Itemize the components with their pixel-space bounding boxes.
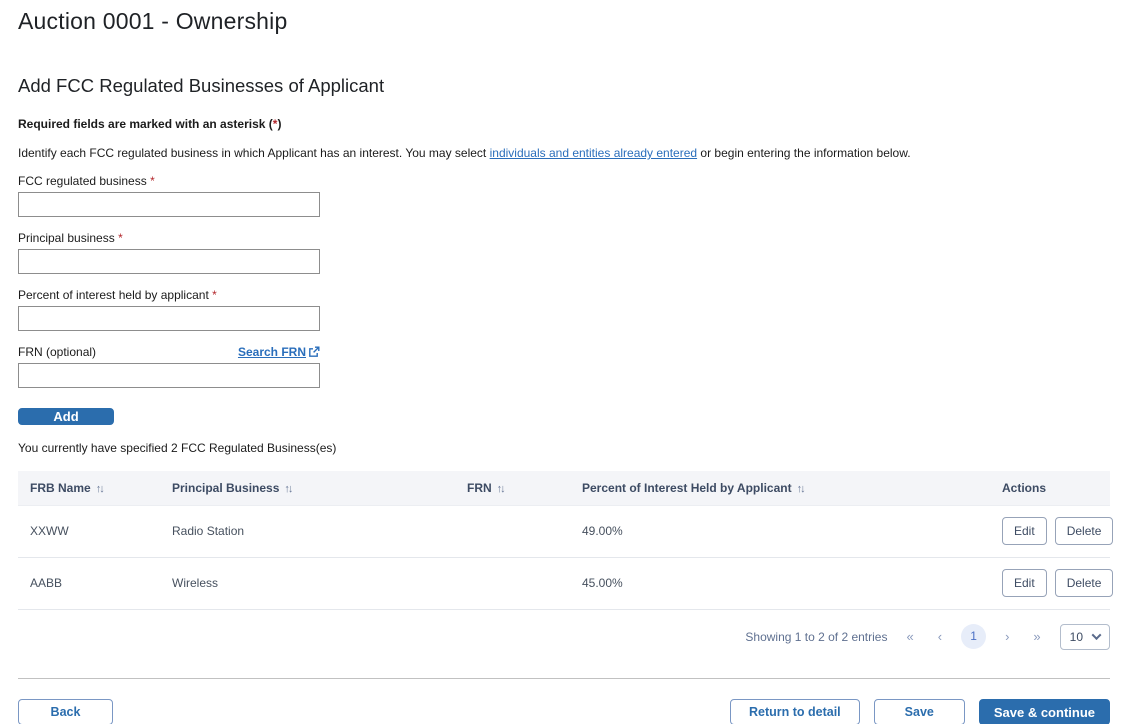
column-header-frb-name[interactable]: FRB Name ↑↓ bbox=[18, 471, 160, 505]
search-frn-link[interactable]: Search FRN bbox=[238, 345, 320, 359]
external-link-icon bbox=[309, 346, 320, 357]
principal-field-label: Principal business * bbox=[18, 231, 123, 245]
instructions-before: Identify each FCC regulated business in … bbox=[18, 146, 490, 160]
cell-frb-name: XXWW bbox=[18, 504, 160, 558]
instructions-text: Identify each FCC regulated business in … bbox=[18, 146, 1110, 160]
principal-field-group: Principal business * bbox=[18, 231, 320, 274]
frb-count-text: You currently have specified 2 FCC Regul… bbox=[18, 441, 337, 455]
frb-required-asterisk: * bbox=[150, 174, 155, 188]
table-header-row: FRB Name ↑↓ Principal Business ↑↓ FRN ↑↓ Pe… bbox=[18, 471, 1110, 505]
cell-actions: Edit Delete bbox=[990, 504, 1114, 558]
sort-icon[interactable]: ↑↓ bbox=[284, 483, 293, 495]
page-title: Auction 0001 - Ownership bbox=[18, 8, 288, 34]
required-note-text: Required fields are marked with an aster… bbox=[18, 117, 273, 131]
column-label: Actions bbox=[1002, 480, 1047, 495]
prev-page-button[interactable]: ‹ bbox=[933, 629, 947, 644]
frb-field-label: FCC regulated business * bbox=[18, 174, 155, 188]
page-size-select[interactable]: 10 bbox=[1059, 623, 1110, 650]
percent-input[interactable] bbox=[18, 306, 320, 331]
column-label: FRB Name bbox=[30, 480, 91, 495]
percent-field-group: Percent of interest held by applicant * bbox=[18, 288, 320, 331]
percent-field-label: Percent of interest held by applicant * bbox=[18, 288, 217, 302]
cell-frb-name: AABB bbox=[18, 557, 160, 610]
required-fields-note: Required fields are marked with an aster… bbox=[18, 117, 1110, 131]
column-header-principal-business[interactable]: Principal Business ↑↓ bbox=[160, 471, 455, 505]
column-header-percent[interactable]: Percent of Interest Held by Applicant ↑↓ bbox=[570, 471, 990, 505]
cell-frn bbox=[455, 504, 570, 558]
pagination-bar: Showing 1 to 2 of 2 entries « ‹ 1 › » 10 bbox=[18, 623, 1110, 650]
cell-principal-business: Radio Station bbox=[160, 504, 455, 558]
percent-required-asterisk: * bbox=[212, 288, 217, 302]
return-to-detail-button[interactable]: Return to detail bbox=[729, 698, 860, 724]
section-heading: Add FCC Regulated Businesses of Applican… bbox=[18, 75, 385, 96]
principal-required-asterisk: * bbox=[118, 231, 123, 245]
cell-percent: 45.00% bbox=[570, 557, 990, 610]
last-page-button[interactable]: » bbox=[1028, 629, 1045, 644]
page-number-button[interactable]: 1 bbox=[961, 624, 987, 649]
back-button[interactable]: Back bbox=[18, 698, 113, 724]
ownership-page: Auction 0001 - Ownership Add FCC Regulat… bbox=[0, 0, 1126, 724]
table-row: XXWW Radio Station 49.00% Edit Delete bbox=[18, 504, 1114, 558]
footer-divider bbox=[18, 677, 1110, 679]
edit-button[interactable]: Edit bbox=[1002, 517, 1047, 545]
sort-icon[interactable]: ↑↓ bbox=[797, 483, 806, 495]
column-label: FRN bbox=[467, 480, 492, 495]
add-button[interactable]: Add bbox=[18, 408, 114, 425]
cell-principal-business: Wireless bbox=[160, 557, 455, 610]
frb-input[interactable] bbox=[18, 192, 320, 217]
cell-percent: 49.00% bbox=[570, 504, 990, 558]
frb-label-text: FCC regulated business bbox=[18, 174, 147, 188]
edit-button[interactable]: Edit bbox=[1002, 569, 1047, 597]
first-page-button[interactable]: « bbox=[901, 629, 918, 644]
page-size-value: 10 bbox=[1069, 629, 1083, 644]
column-label: Principal Business bbox=[172, 480, 280, 495]
principal-input[interactable] bbox=[18, 249, 320, 274]
next-page-button[interactable]: › bbox=[1000, 629, 1014, 644]
pagination-summary: Showing 1 to 2 of 2 entries bbox=[745, 629, 888, 644]
footer-actions: Back Return to detail Save Save & contin… bbox=[18, 698, 1110, 724]
entities-already-entered-link[interactable]: individuals and entities already entered bbox=[490, 146, 697, 160]
column-header-actions: Actions bbox=[990, 471, 1110, 505]
table-row: AABB Wireless 45.00% Edit Delete bbox=[18, 557, 1114, 610]
frb-table: FRB Name ↑↓ Principal Business ↑↓ FRN ↑↓ Pe… bbox=[18, 471, 1114, 610]
delete-button[interactable]: Delete bbox=[1054, 517, 1114, 545]
chevron-down-icon bbox=[1091, 630, 1102, 641]
required-note-close: ) bbox=[277, 117, 282, 131]
save-button[interactable]: Save bbox=[873, 698, 965, 724]
column-header-frn[interactable]: FRN ↑↓ bbox=[455, 471, 570, 505]
frn-field-group: FRN (optional) Search FRN bbox=[18, 345, 320, 388]
principal-label-text: Principal business bbox=[18, 231, 115, 245]
instructions-after: or begin entering the information below. bbox=[697, 146, 911, 160]
frb-field-group: FCC regulated business * bbox=[18, 174, 320, 217]
cell-frn bbox=[455, 557, 570, 610]
cell-actions: Edit Delete bbox=[990, 557, 1114, 610]
frn-field-label: FRN (optional) bbox=[18, 345, 97, 359]
column-label: Percent of Interest Held by Applicant bbox=[582, 480, 792, 495]
delete-button[interactable]: Delete bbox=[1054, 569, 1114, 597]
save-and-continue-button[interactable]: Save & continue bbox=[978, 698, 1110, 724]
percent-label-text: Percent of interest held by applicant bbox=[18, 288, 209, 302]
search-frn-label: Search FRN bbox=[237, 345, 306, 359]
sort-icon[interactable]: ↑↓ bbox=[96, 483, 105, 495]
frn-input[interactable] bbox=[18, 363, 320, 388]
sort-icon[interactable]: ↑↓ bbox=[497, 483, 506, 495]
